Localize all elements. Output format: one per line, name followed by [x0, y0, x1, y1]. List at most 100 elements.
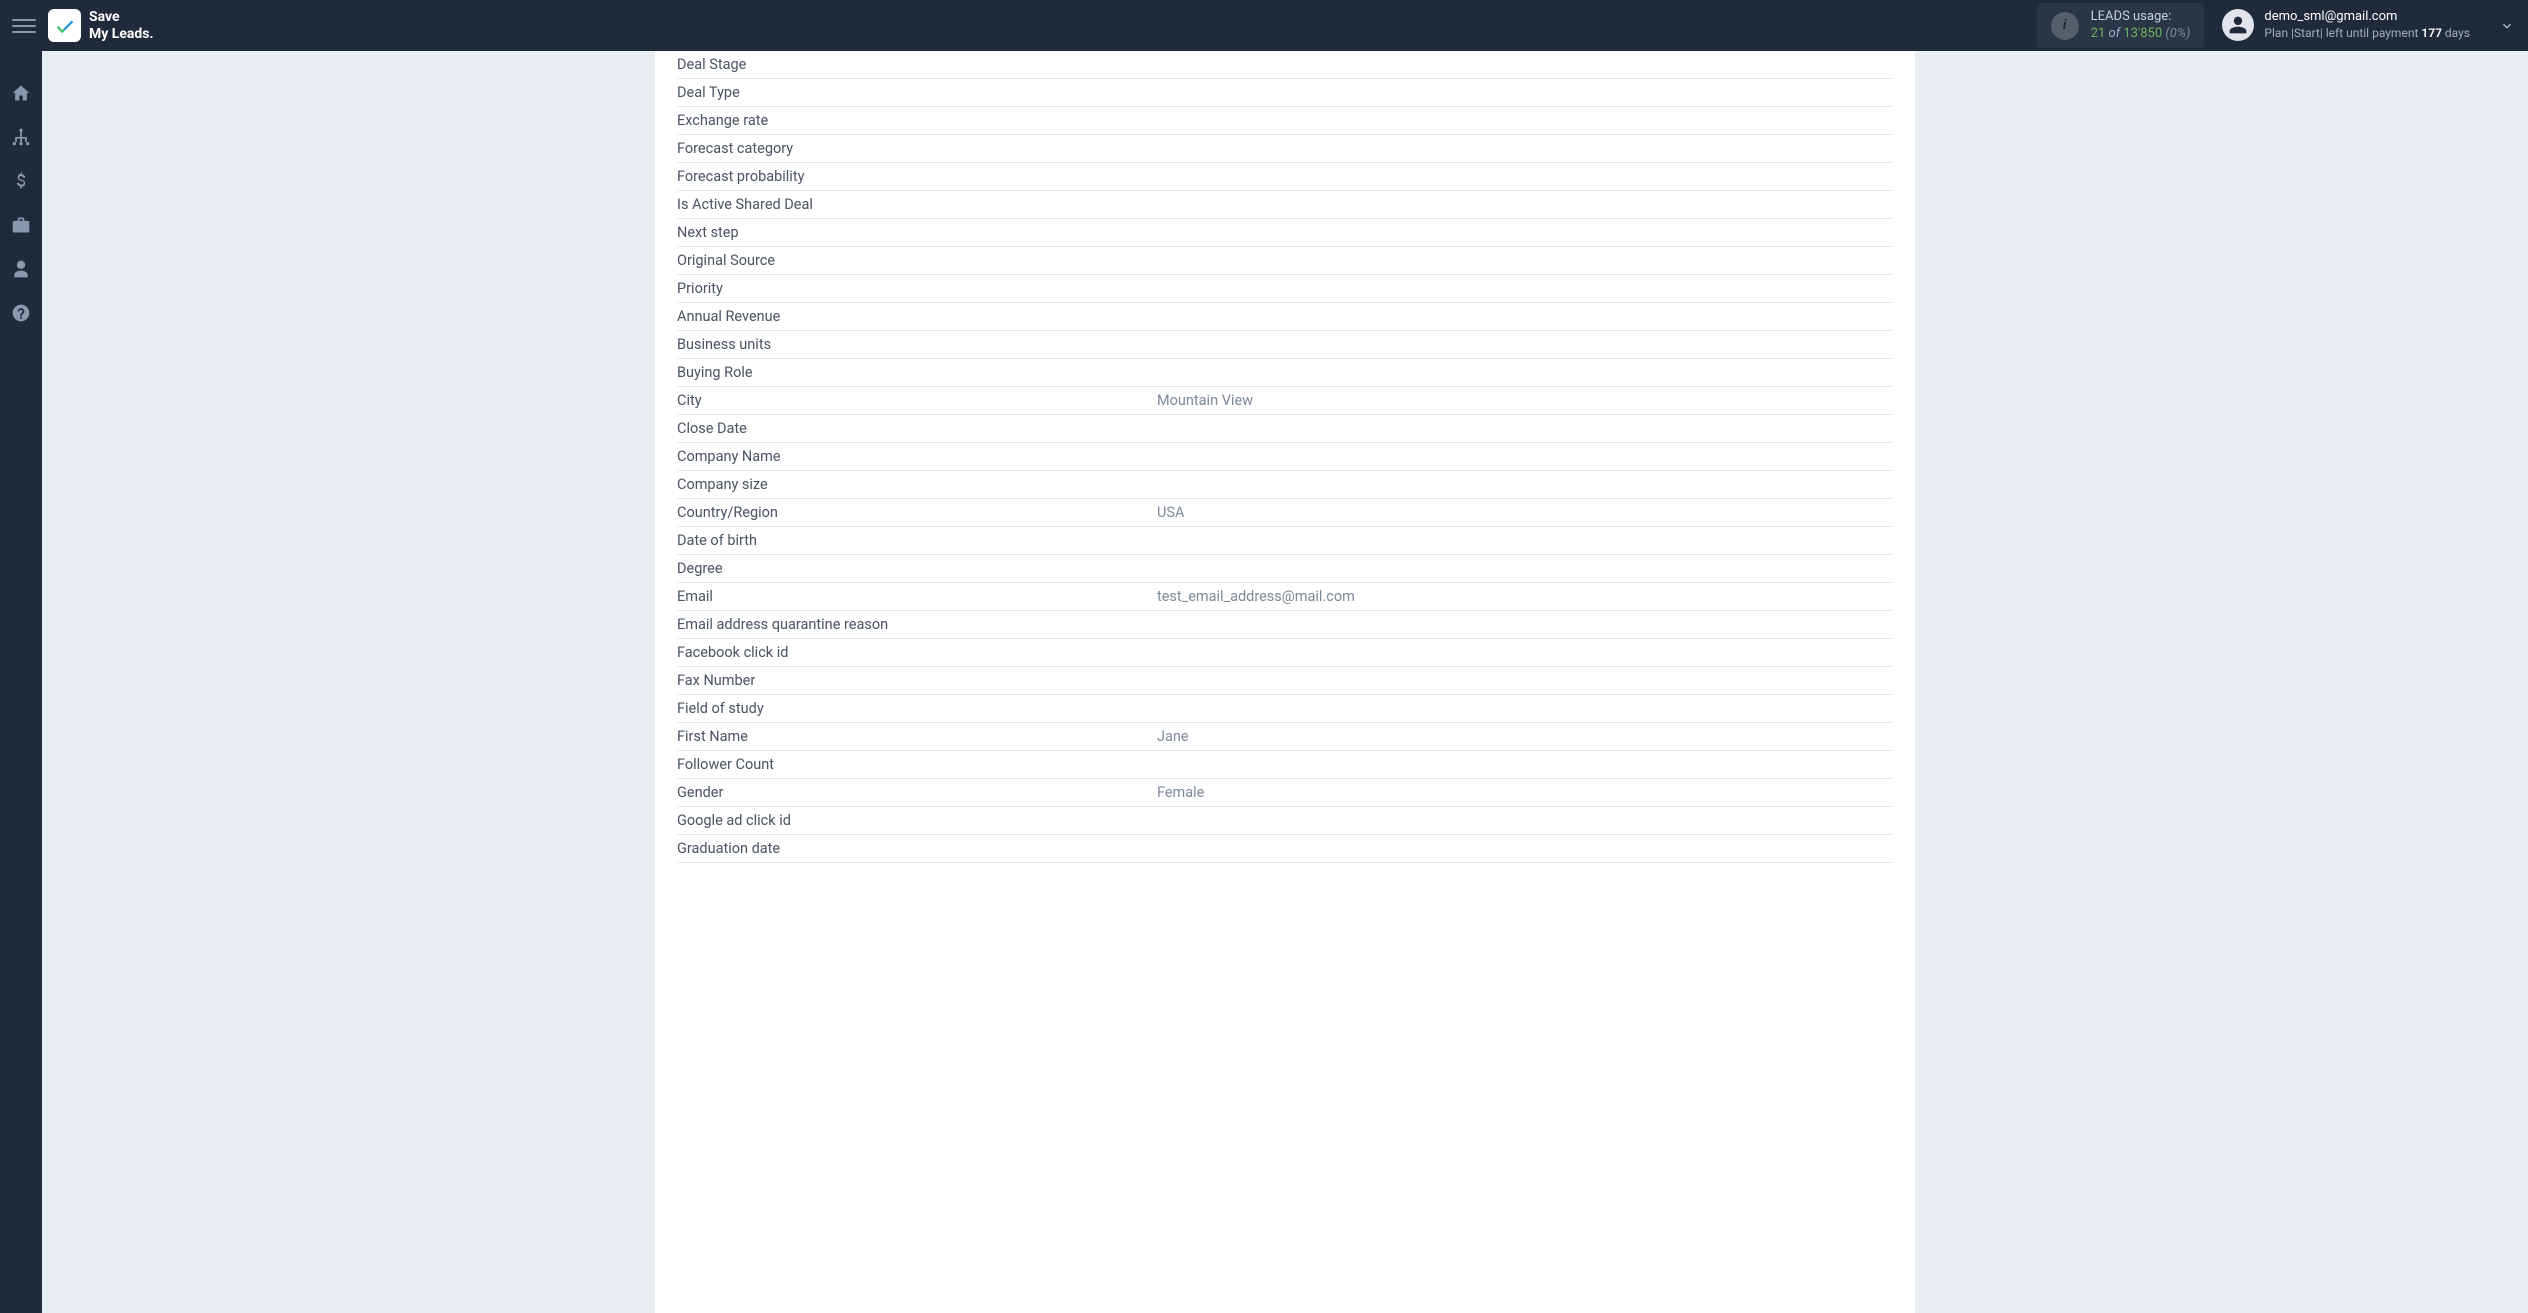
field-label: Email [677, 588, 1157, 605]
field-list: Deal Stage Deal Type Exchange rate Forecast… [655, 51, 1915, 875]
field-row[interactable]: Is Active Shared Deal [677, 191, 1893, 219]
field-label: Next step [677, 224, 1157, 241]
field-row[interactable]: Company size [677, 471, 1893, 499]
field-label: Deal Type [677, 84, 1157, 101]
field-row[interactable]: Buying Role [677, 359, 1893, 387]
logo[interactable]: Save My Leads. [48, 9, 154, 42]
field-row[interactable]: Annual Revenue [677, 303, 1893, 331]
field-label: First Name [677, 728, 1157, 745]
sidebar [0, 51, 42, 1313]
field-label: Field of study [677, 700, 1157, 717]
sidebar-item-toolbox[interactable] [9, 213, 33, 237]
chevron-down-icon[interactable] [2500, 18, 2516, 34]
leads-usage-label: LEADS usage: [2091, 9, 2191, 26]
field-row[interactable]: Priority [677, 275, 1893, 303]
field-label: Follower Count [677, 756, 1157, 773]
field-value [1157, 252, 1893, 269]
field-value [1157, 756, 1893, 773]
sidebar-item-help[interactable] [9, 301, 33, 325]
field-label: Degree [677, 560, 1157, 577]
field-value [1157, 644, 1893, 661]
content-area: Deal Stage Deal Type Exchange rate Forecast… [42, 51, 2528, 1313]
field-label: Is Active Shared Deal [677, 196, 1157, 213]
info-icon: i [2051, 12, 2079, 40]
field-value: Mountain View [1157, 392, 1893, 409]
field-label: Facebook click id [677, 644, 1157, 661]
field-value [1157, 168, 1893, 185]
field-row[interactable]: Business units [677, 331, 1893, 359]
field-row[interactable]: Company Name [677, 443, 1893, 471]
field-row[interactable]: Next step [677, 219, 1893, 247]
sidebar-item-home[interactable] [9, 81, 33, 105]
field-row[interactable]: Email address quarantine reason [677, 611, 1893, 639]
field-label: Buying Role [677, 364, 1157, 381]
field-label: Business units [677, 336, 1157, 353]
field-row[interactable]: First NameJane [677, 723, 1893, 751]
field-label: Country/Region [677, 504, 1157, 521]
sidebar-item-account[interactable] [9, 257, 33, 281]
field-value [1157, 840, 1893, 857]
field-value [1157, 84, 1893, 101]
field-row[interactable]: CityMountain View [677, 387, 1893, 415]
field-value [1157, 420, 1893, 437]
menu-toggle[interactable] [12, 14, 36, 38]
field-value: Female [1157, 784, 1893, 801]
field-row[interactable]: Original Source [677, 247, 1893, 275]
field-row[interactable]: Exchange rate [677, 107, 1893, 135]
field-value [1157, 616, 1893, 633]
sidebar-item-connections[interactable] [9, 125, 33, 149]
field-row[interactable]: Forecast category [677, 135, 1893, 163]
field-row[interactable]: Country/RegionUSA [677, 499, 1893, 527]
field-row[interactable]: Google ad click id [677, 807, 1893, 835]
field-label: Email address quarantine reason [677, 616, 1157, 633]
field-row[interactable]: Degree [677, 555, 1893, 583]
sidebar-item-billing[interactable] [9, 169, 33, 193]
field-row[interactable]: Facebook click id [677, 639, 1893, 667]
field-label: Graduation date [677, 840, 1157, 857]
field-label: Date of birth [677, 532, 1157, 549]
field-label: Close Date [677, 420, 1157, 437]
field-row[interactable]: Deal Stage [677, 51, 1893, 79]
field-label: Annual Revenue [677, 308, 1157, 325]
field-value [1157, 812, 1893, 829]
field-value [1157, 196, 1893, 213]
field-row[interactable]: Emailtest_email_address@mail.com [677, 583, 1893, 611]
field-row[interactable]: Fax Number [677, 667, 1893, 695]
field-value [1157, 364, 1893, 381]
field-label: Google ad click id [677, 812, 1157, 829]
field-value [1157, 532, 1893, 549]
field-value [1157, 56, 1893, 73]
field-value: test_email_address@mail.com [1157, 588, 1893, 605]
field-value [1157, 700, 1893, 717]
field-value [1157, 224, 1893, 241]
app-header: Save My Leads. i LEADS usage: 21 of 13'8… [0, 0, 2528, 51]
field-row[interactable]: Follower Count [677, 751, 1893, 779]
field-value [1157, 448, 1893, 465]
field-row[interactable]: Close Date [677, 415, 1893, 443]
field-value: USA [1157, 504, 1893, 521]
field-label: Priority [677, 280, 1157, 297]
leads-usage-widget[interactable]: i LEADS usage: 21 of 13'850 (0%) [2037, 3, 2205, 49]
logo-icon [48, 9, 81, 42]
field-row[interactable]: Graduation date [677, 835, 1893, 863]
field-value [1157, 140, 1893, 157]
field-label: Gender [677, 784, 1157, 801]
field-row[interactable]: GenderFemale [677, 779, 1893, 807]
field-row[interactable]: Field of study [677, 695, 1893, 723]
field-label: Forecast category [677, 140, 1157, 157]
user-menu[interactable]: demo_sml@gmail.com Plan |Start| left unt… [2222, 9, 2470, 41]
field-label: Fax Number [677, 672, 1157, 689]
logo-text: Save My Leads. [89, 9, 154, 41]
field-label: Forecast probability [677, 168, 1157, 185]
field-label: Exchange rate [677, 112, 1157, 129]
field-row[interactable]: Date of birth [677, 527, 1893, 555]
field-value [1157, 280, 1893, 297]
field-value [1157, 672, 1893, 689]
field-label: Company Name [677, 448, 1157, 465]
field-row[interactable]: Deal Type [677, 79, 1893, 107]
field-row[interactable]: Forecast probability [677, 163, 1893, 191]
field-label: Deal Stage [677, 56, 1157, 73]
field-value [1157, 308, 1893, 325]
field-label: Company size [677, 476, 1157, 493]
field-value [1157, 336, 1893, 353]
